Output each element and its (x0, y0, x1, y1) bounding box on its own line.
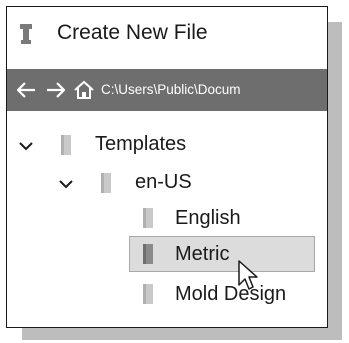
tree-item-mold-design[interactable]: Mold Design (175, 282, 286, 306)
window-title: Create New File (57, 21, 208, 44)
template-icon (143, 208, 153, 228)
path-field[interactable]: C:\Users\Public\Docum (101, 81, 241, 99)
title-bar: Create New File (7, 7, 327, 59)
create-new-file-dialog: Create New File C:\Users\Public\Docum Te… (6, 6, 328, 328)
tree-item-metric[interactable]: Metric (175, 242, 229, 266)
tree-item-templates[interactable]: Templates (95, 132, 186, 156)
folder-icon (61, 135, 71, 155)
tree-item-en-us[interactable]: en-US (135, 170, 192, 194)
chevron-down-icon[interactable] (19, 141, 33, 151)
back-arrow-icon[interactable] (15, 78, 37, 102)
app-icon (20, 24, 32, 44)
template-icon (143, 244, 153, 264)
tree-item-english[interactable]: English (175, 206, 241, 230)
template-icon (143, 284, 153, 304)
home-icon[interactable] (73, 78, 95, 102)
forward-arrow-icon[interactable] (45, 78, 67, 102)
navigation-bar: C:\Users\Public\Docum (7, 69, 327, 111)
mouse-pointer-icon (238, 260, 258, 290)
chevron-down-icon[interactable] (59, 179, 73, 189)
folder-icon (101, 173, 111, 193)
